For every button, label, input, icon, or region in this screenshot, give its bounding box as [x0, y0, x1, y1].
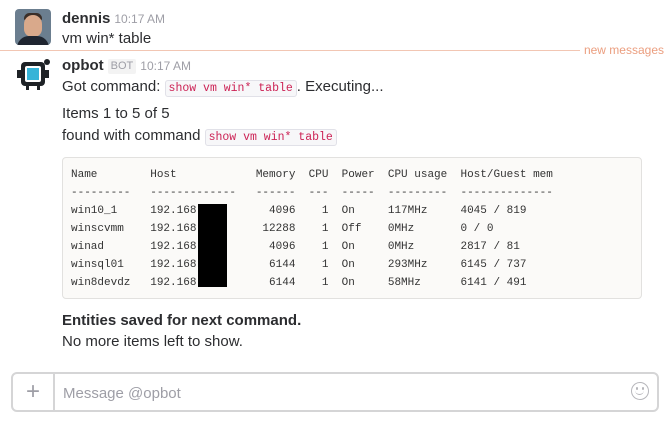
vm-table-block: Name Host Memory CPU Power CPU usage Hos…: [62, 157, 642, 299]
table-separator: --------- ------------- ------ --- -----…: [71, 187, 553, 199]
table-row: winad 192.168. 4096 1 On 0MHz 2817 / 81: [71, 241, 520, 253]
redaction-box: [198, 204, 227, 287]
table-header: Name Host Memory CPU Power CPU usage Hos…: [71, 169, 553, 181]
author-name[interactable]: dennis: [62, 10, 110, 27]
found-with-line: found with command show vm win* table: [62, 126, 337, 148]
emoji-icon-mouth: [635, 389, 644, 395]
message-composer: +: [11, 372, 659, 412]
message-timestamp[interactable]: 10:17 AM: [114, 12, 165, 26]
items-range-text: Items 1 to 5 of 5: [62, 105, 170, 122]
new-messages-divider: [0, 50, 582, 51]
new-messages-label: new messages: [579, 43, 668, 57]
command-suffix: . Executing...: [296, 78, 384, 95]
message-timestamp[interactable]: 10:17 AM: [140, 59, 191, 73]
message-input[interactable]: [61, 374, 605, 412]
table-row: win10_1 192.168. 4096 1 On 117MHz 4045 /…: [71, 205, 527, 217]
avatar-shirt: [17, 36, 49, 45]
table-row: winscvmm 192.168. 12288 1 Off 0MHz 0 / 0: [71, 223, 494, 235]
plus-icon: +: [25, 378, 40, 405]
author-name[interactable]: opbot: [62, 57, 104, 74]
message-line-command: Got command: show vm win* table. Executi…: [62, 77, 384, 99]
entities-saved-text: Entities saved for next command.: [62, 312, 302, 329]
bot-avatar-icon: [15, 56, 51, 92]
no-more-items-text: No more items left to show.: [62, 333, 243, 350]
table-row: win8devdz 192.168. 6144 1 On 58MHz 6141 …: [71, 277, 527, 289]
command-prefix: Got command:: [62, 78, 161, 95]
message-author[interactable]: opbot BOT 10:17 AM: [62, 57, 191, 74]
found-prefix: found with command: [62, 127, 201, 144]
attach-button[interactable]: +: [13, 374, 55, 410]
emoji-button[interactable]: [631, 382, 649, 400]
bot-avatar[interactable]: [15, 56, 51, 92]
command-code: show vm win* table: [164, 80, 297, 97]
table-row: winsql01 192.168. 6144 1 On 293MHz 6145 …: [71, 259, 527, 271]
user-avatar[interactable]: [15, 9, 51, 45]
found-command-code: show vm win* table: [204, 129, 337, 146]
message-text: vm win* table: [62, 30, 152, 47]
avatar-face: [24, 15, 42, 37]
message-author[interactable]: dennis 10:17 AM: [62, 10, 165, 27]
bot-badge: BOT: [107, 59, 137, 74]
